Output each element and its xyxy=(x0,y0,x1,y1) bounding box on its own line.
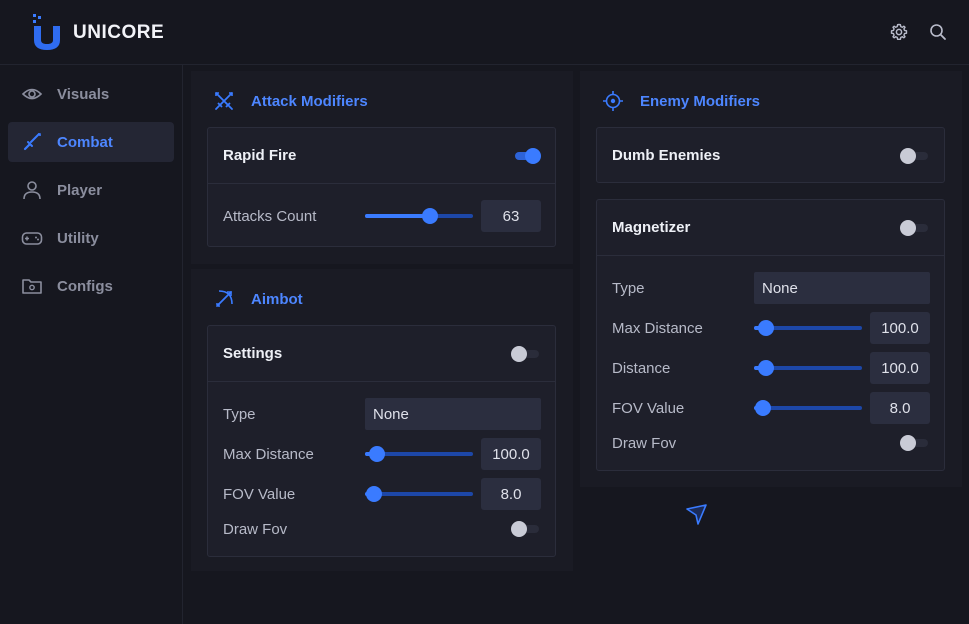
fov-value-value[interactable]: 8.0 xyxy=(870,392,930,424)
max-distance-slider[interactable] xyxy=(754,320,862,336)
draw-fov-toggle[interactable] xyxy=(900,435,930,451)
fov-value-label: FOV Value xyxy=(223,486,296,503)
enemy-modifiers-section: Enemy Modifiers Dumb Enemies Magnetizer … xyxy=(580,71,962,487)
crosshair-icon xyxy=(603,91,623,111)
max-distance-slider[interactable] xyxy=(365,446,473,462)
sidebar-item-label: Player xyxy=(57,181,103,199)
rapid-fire-toggle[interactable] xyxy=(511,148,541,164)
user-icon xyxy=(21,179,43,201)
sidebar-item-combat[interactable]: Combat xyxy=(8,122,174,162)
sidebar-item-player[interactable]: Player xyxy=(8,170,174,210)
brand-name: UNICORE xyxy=(73,22,165,43)
section-title: Enemy Modifiers xyxy=(640,92,761,110)
card-header: Magnetizer xyxy=(597,200,944,256)
search-icon[interactable] xyxy=(928,22,948,42)
dumb-enemies-card: Dumb Enemies xyxy=(596,127,945,183)
magnetizer-card: Magnetizer Type None Max Distance 100.0 … xyxy=(596,199,945,471)
card-title: Rapid Fire xyxy=(223,147,297,164)
folder-gear-icon xyxy=(21,275,43,297)
distance-label: Distance xyxy=(612,360,671,377)
eye-icon xyxy=(21,83,43,105)
section-header: Enemy Modifiers xyxy=(580,71,760,131)
top-bar: UNICORE xyxy=(0,0,969,65)
sidebar-item-label: Visuals xyxy=(57,85,110,103)
aimbot-section: Aimbot Settings Type None Max Distance 1… xyxy=(191,269,573,571)
attacks-count-value[interactable]: 63 xyxy=(481,200,541,232)
sidebar-item-label: Configs xyxy=(57,277,113,295)
main-content: Attack Modifiers Rapid Fire Attacks Coun… xyxy=(184,66,969,624)
card-title: Dumb Enemies xyxy=(612,147,721,164)
sidebar-item-visuals[interactable]: Visuals xyxy=(8,74,174,114)
fov-value-value[interactable]: 8.0 xyxy=(481,478,541,510)
type-label: Type xyxy=(612,280,645,297)
draw-fov-toggle[interactable] xyxy=(511,521,541,537)
unicore-logo-icon xyxy=(33,14,60,50)
max-distance-value[interactable]: 100.0 xyxy=(481,438,541,470)
type-select[interactable]: None xyxy=(365,398,541,430)
max-distance-value[interactable]: 100.0 xyxy=(870,312,930,344)
crossed-swords-icon xyxy=(215,92,233,110)
draw-fov-label: Draw Fov xyxy=(223,521,288,538)
distance-slider[interactable] xyxy=(754,360,862,376)
bow-arrow-icon xyxy=(216,290,233,307)
section-title: Attack Modifiers xyxy=(251,92,368,110)
card-header: Rapid Fire xyxy=(208,128,555,184)
sidebar-item-utility[interactable]: Utility xyxy=(8,218,174,258)
section-header: Aimbot xyxy=(191,269,303,329)
sidebar: Visuals Combat Player Utility Configs xyxy=(0,65,183,624)
sidebar-item-label: Combat xyxy=(57,133,113,151)
attack-modifiers-section: Attack Modifiers Rapid Fire Attacks Coun… xyxy=(191,71,573,264)
aimbot-settings-card: Settings Type None Max Distance 100.0 FO… xyxy=(207,325,556,557)
sword-icon xyxy=(21,131,43,153)
gear-icon[interactable] xyxy=(889,22,909,42)
card-header: Dumb Enemies xyxy=(597,128,944,184)
distance-value[interactable]: 100.0 xyxy=(870,352,930,384)
section-header: Attack Modifiers xyxy=(191,71,368,131)
fov-value-slider[interactable] xyxy=(754,400,862,416)
fov-value-slider[interactable] xyxy=(365,486,473,502)
draw-fov-label: Draw Fov xyxy=(612,435,677,452)
attacks-count-slider[interactable] xyxy=(365,208,473,224)
sidebar-item-label: Utility xyxy=(57,229,99,247)
gamepad-icon xyxy=(21,227,43,249)
fov-value-label: FOV Value xyxy=(612,400,685,417)
sidebar-item-configs[interactable]: Configs xyxy=(8,266,174,306)
mouse-cursor-icon xyxy=(686,504,707,525)
aimbot-settings-toggle[interactable] xyxy=(511,346,541,362)
max-distance-label: Max Distance xyxy=(223,446,314,463)
magnetizer-toggle[interactable] xyxy=(900,220,930,236)
card-header: Settings xyxy=(208,326,555,382)
card-title: Magnetizer xyxy=(612,219,691,236)
dumb-enemies-toggle[interactable] xyxy=(900,148,930,164)
type-label: Type xyxy=(223,406,256,423)
rapid-fire-card: Rapid Fire Attacks Count 63 xyxy=(207,127,556,247)
section-title: Aimbot xyxy=(251,290,303,308)
attacks-count-label: Attacks Count xyxy=(223,208,317,225)
max-distance-label: Max Distance xyxy=(612,320,703,337)
card-title: Settings xyxy=(223,345,283,362)
type-select[interactable]: None xyxy=(754,272,930,304)
